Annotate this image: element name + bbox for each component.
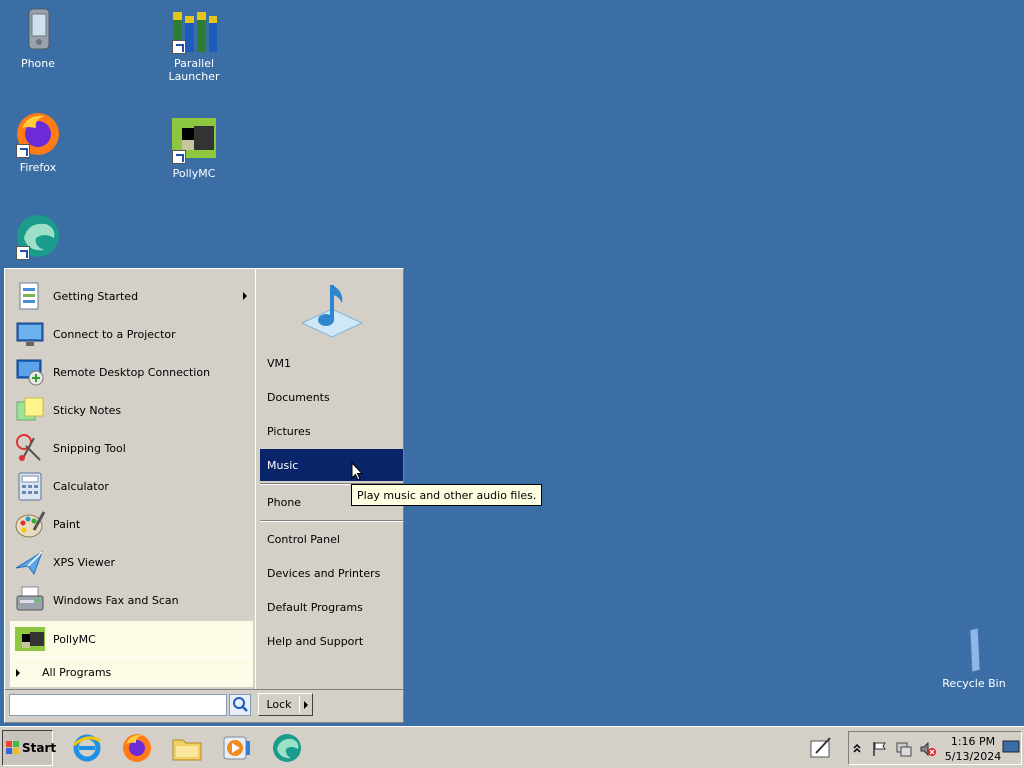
program-calculator[interactable]: Calculator	[10, 468, 253, 504]
recycle-bin-icon	[950, 626, 998, 674]
action-center-flag-icon[interactable]	[871, 740, 889, 758]
places-help-support[interactable]: Help and Support	[260, 625, 403, 657]
network-icon[interactable]	[895, 740, 913, 758]
program-xps-viewer[interactable]: XPS Viewer	[10, 544, 253, 580]
fax-icon	[14, 584, 46, 616]
parallel-launcher-icon	[170, 6, 218, 54]
program-remote-desktop[interactable]: Remote Desktop Connection	[10, 354, 253, 390]
music-tooltip: Play music and other audio files.	[351, 484, 543, 506]
shortcut-arrow-icon	[172, 40, 186, 54]
start-menu-places: VM1 Documents Pictures Music Phone Contr…	[255, 269, 403, 689]
desktop-icon-edge[interactable]	[0, 212, 76, 263]
search-button[interactable]	[229, 694, 251, 716]
music-note-icon	[298, 279, 366, 341]
desktop-icon-recycle-bin[interactable]: Recycle Bin	[936, 626, 1012, 690]
tablet-pen-icon[interactable]	[808, 735, 834, 761]
submenu-arrow-icon	[243, 292, 247, 300]
desktop-icon-pollymc[interactable]: PollyMC	[156, 116, 232, 180]
edge-icon	[14, 212, 62, 260]
xps-viewer-icon	[14, 546, 46, 578]
program-snipping-tool[interactable]: Snipping Tool	[10, 430, 253, 466]
places-vm1[interactable]: VM1	[260, 347, 403, 379]
show-desktop-icon[interactable]	[1002, 739, 1020, 755]
desktop-icon-firefox[interactable]: Firefox	[0, 110, 76, 174]
all-programs-button[interactable]: All Programs	[10, 657, 253, 687]
getting-started-icon	[14, 280, 46, 312]
start-menu: Getting Started Connect to a Projector R…	[4, 268, 404, 723]
places-pictures[interactable]: Pictures	[260, 415, 403, 447]
program-pollymc[interactable]: PollyMC	[10, 621, 253, 657]
places-default-programs[interactable]: Default Programs	[260, 591, 403, 623]
lock-options-arrow-icon[interactable]	[304, 700, 308, 709]
media-player-icon[interactable]	[220, 731, 254, 765]
phone-icon	[14, 6, 62, 54]
mouse-cursor-icon	[351, 461, 364, 482]
search-icon	[233, 697, 248, 712]
places-separator	[260, 520, 403, 522]
program-paint[interactable]: Paint	[10, 506, 253, 542]
pollymc-icon	[170, 116, 218, 164]
start-button[interactable]: Start	[2, 730, 56, 766]
start-menu-programs: Getting Started Connect to a Projector R…	[8, 272, 253, 688]
program-sticky-notes[interactable]: Sticky Notes	[10, 392, 253, 428]
program-connect-projector[interactable]: Connect to a Projector	[10, 316, 253, 352]
places-music[interactable]: Music	[260, 449, 403, 481]
calculator-icon	[14, 470, 46, 502]
places-devices-printers[interactable]: Devices and Printers	[260, 557, 403, 589]
sticky-notes-icon	[14, 394, 46, 426]
projector-icon	[14, 318, 46, 350]
lock-button[interactable]: Lock	[258, 693, 313, 716]
desktop-icon-phone[interactable]: Phone	[0, 6, 76, 70]
clock-date[interactable]: 5/13/2024	[943, 750, 1003, 763]
edge-icon[interactable]	[270, 731, 304, 765]
start-search-bar: Lock	[5, 689, 403, 723]
program-windows-fax-scan[interactable]: Windows Fax and Scan	[10, 582, 253, 618]
scissors-icon	[14, 432, 46, 464]
paint-palette-icon	[14, 508, 46, 540]
shortcut-arrow-icon	[16, 144, 30, 158]
explorer-folder-icon[interactable]	[170, 731, 204, 765]
lock-divider	[299, 696, 300, 713]
taskbar: Start 1:16 PM 5/13/2024	[0, 726, 1024, 768]
remote-desktop-icon	[14, 356, 46, 388]
windows-logo-icon	[6, 741, 20, 755]
arrow-right-icon	[16, 668, 20, 677]
firefox-icon[interactable]	[120, 731, 154, 765]
pollymc-icon	[14, 623, 46, 655]
internet-explorer-icon[interactable]	[70, 731, 104, 765]
volume-muted-icon[interactable]	[919, 740, 937, 758]
notification-area: 1:16 PM 5/13/2024	[848, 731, 1022, 765]
places-control-panel[interactable]: Control Panel	[260, 523, 403, 555]
show-hidden-icons-icon[interactable]	[852, 741, 862, 755]
program-getting-started[interactable]: Getting Started	[10, 278, 253, 314]
shortcut-arrow-icon	[172, 150, 186, 164]
start-search-input[interactable]	[9, 694, 227, 716]
firefox-icon	[14, 110, 62, 158]
shortcut-arrow-icon	[16, 246, 30, 260]
places-documents[interactable]: Documents	[260, 381, 403, 413]
clock-time[interactable]: 1:16 PM	[943, 735, 1003, 748]
desktop-icon-parallel-launcher[interactable]: Parallel Launcher	[156, 6, 232, 83]
